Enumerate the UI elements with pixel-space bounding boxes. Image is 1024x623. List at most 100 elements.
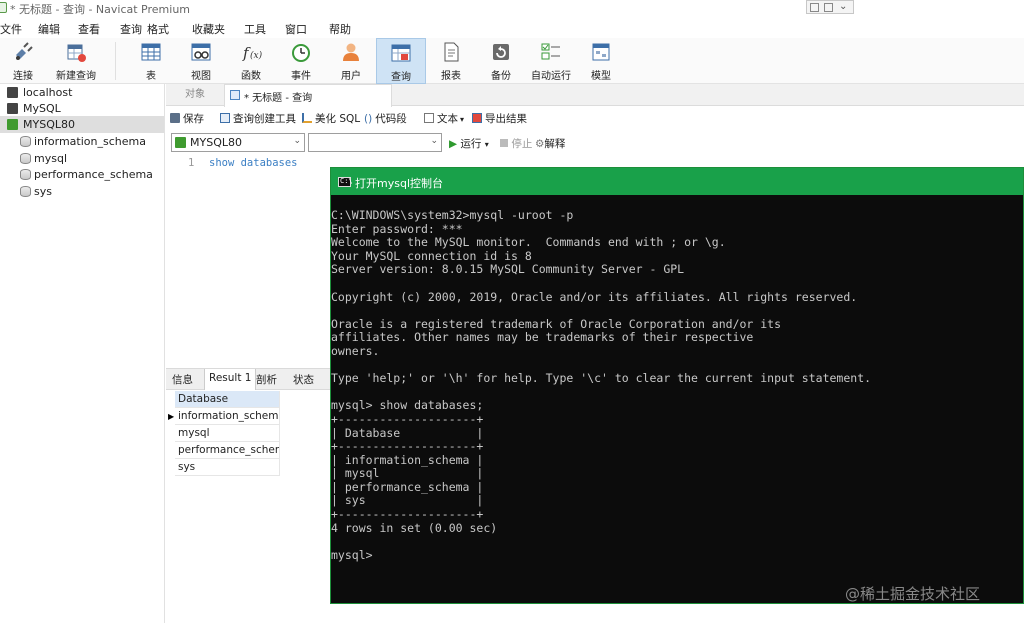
tab-result-1[interactable]: Result 1: [204, 369, 257, 390]
menu-edit[interactable]: 编辑: [38, 21, 60, 37]
query-icon: [391, 44, 411, 62]
grid-icon[interactable]: [810, 3, 819, 12]
mysql-console-window[interactable]: C:\ 打开mysql控制台 C:\WINDOWS\system32>mysql…: [330, 167, 1024, 604]
console-title: 打开mysql控制台: [355, 177, 443, 190]
title-bar: * 无标题 - 查询 - Navicat Premium ⌄: [0, 0, 1024, 17]
tab-objects[interactable]: 对象: [166, 84, 224, 106]
export-results-button[interactable]: 导出结果: [472, 111, 527, 126]
table-row[interactable]: mysql: [175, 425, 280, 442]
report-button[interactable]: 报表: [428, 38, 474, 84]
text-button[interactable]: 文本 ▾: [424, 111, 464, 126]
connect-button[interactable]: 连接: [0, 38, 46, 84]
table-row[interactable]: performance_schem: [175, 442, 280, 459]
stop-button[interactable]: 停止: [500, 136, 532, 151]
connection-select[interactable]: MYSQL80 ⌄: [171, 133, 305, 152]
user-button[interactable]: 用户: [328, 38, 374, 84]
menu-file[interactable]: 文件: [0, 21, 22, 37]
svg-text:(x): (x): [250, 50, 262, 61]
chevron-down-icon: ▾: [460, 115, 465, 124]
save-button[interactable]: 保存: [170, 111, 204, 126]
view-icon: [191, 43, 211, 61]
run-button[interactable]: ▶ 运行 ▾: [449, 136, 489, 151]
navicat-app-icon: [0, 2, 7, 13]
explain-icon: ⚙: [535, 138, 545, 150]
query-builder-button[interactable]: 查询创建工具: [220, 111, 296, 126]
table-button[interactable]: 表: [128, 38, 174, 84]
column-header[interactable]: Database: [175, 391, 280, 408]
function-icon: f (x): [242, 44, 262, 62]
query-toolbar: 保存 查询创建工具 美化 SQL () 代码段 文本 ▾ 导出结果: [166, 107, 1024, 129]
tree-node-localhost[interactable]: localhost: [0, 84, 164, 101]
watermark: @稀土掘金技术社区: [845, 585, 981, 603]
query-builder-icon: [220, 113, 230, 123]
user-icon: [343, 43, 359, 61]
new-query-button[interactable]: 新建查询: [48, 38, 104, 84]
event-clock-icon: [292, 44, 310, 62]
layout-icon[interactable]: [824, 3, 833, 12]
tree-node-performance-schema[interactable]: performance_schema: [0, 166, 164, 183]
report-icon: [444, 42, 459, 62]
model-button[interactable]: 模型: [578, 38, 624, 84]
menu-tools[interactable]: 工具: [244, 21, 266, 37]
server-icon: [7, 103, 18, 114]
backup-icon: [493, 44, 509, 60]
text-icon: [424, 113, 434, 123]
database-icon: [20, 169, 31, 180]
tab-info[interactable]: 信息: [172, 372, 193, 387]
database-icon: [20, 186, 31, 197]
table-icon: [141, 43, 161, 61]
database-select[interactable]: ⌄: [308, 133, 442, 152]
chevron-down-icon: ⌄: [430, 136, 438, 146]
server-connected-icon: [7, 119, 18, 130]
chevron-down-icon[interactable]: ⌄: [839, 1, 847, 12]
console-title-bar[interactable]: C:\ 打开mysql控制台: [331, 168, 1023, 195]
table-row[interactable]: information_schema: [175, 408, 280, 425]
function-button[interactable]: f (x) 函数: [228, 38, 274, 84]
server-icon: [7, 87, 18, 98]
main-toolbar: 连接 新建查询 表 视图 f (x) 函数 事件 用户 查询 报表 备份 自动运…: [0, 38, 1024, 84]
menu-view[interactable]: 查看: [78, 21, 100, 37]
current-row-marker-icon: ▶: [168, 412, 175, 421]
window-controls[interactable]: ⌄: [806, 0, 854, 14]
table-row[interactable]: sys: [175, 459, 280, 476]
beautify-sql-button[interactable]: 美化 SQL: [302, 111, 360, 126]
chevron-down-icon: ▾: [484, 140, 489, 149]
document-tabs: 对象 * 无标题 - 查询: [166, 84, 1024, 107]
menu-favorites[interactable]: 收藏夹: [192, 21, 225, 37]
tree-node-mysql[interactable]: MySQL: [0, 100, 164, 117]
query-tab-icon: [230, 90, 240, 100]
backup-button[interactable]: 备份: [478, 38, 524, 84]
menu-window[interactable]: 窗口: [285, 21, 307, 37]
stop-icon: [500, 139, 508, 147]
explain-button[interactable]: ⚙解释: [535, 136, 565, 151]
plug-icon: [16, 42, 33, 60]
tree-node-mysql80[interactable]: MYSQL80: [0, 116, 164, 133]
sql-code[interactable]: show databases: [209, 157, 298, 169]
export-icon: [472, 113, 482, 123]
code-snippet-button[interactable]: () 代码段: [364, 111, 407, 126]
tab-profile[interactable]: 剖析: [256, 372, 277, 387]
console-output[interactable]: C:\WINDOWS\system32>mysql -uroot -p Ente…: [331, 208, 871, 562]
result-grid: Database ▶ information_schema mysql perf…: [166, 391, 330, 623]
new-query-icon: [67, 44, 86, 62]
menu-format[interactable]: 格式: [147, 21, 169, 37]
tree-node-sys[interactable]: sys: [0, 183, 164, 200]
auto-run-icon: [541, 43, 560, 60]
menu-help[interactable]: 帮助: [329, 21, 351, 37]
auto-run-button[interactable]: 自动运行: [526, 38, 576, 84]
line-number: 1: [188, 157, 195, 169]
view-button[interactable]: 视图: [178, 38, 224, 84]
tree-node-information-schema[interactable]: information_schema: [0, 133, 164, 150]
tab-query[interactable]: * 无标题 - 查询: [224, 84, 392, 107]
menu-query[interactable]: 查询: [120, 21, 142, 37]
toolbar-separator: [115, 42, 116, 80]
tab-status[interactable]: 状态: [293, 372, 314, 387]
tree-node-mysql-db[interactable]: mysql: [0, 150, 164, 167]
query-button[interactable]: 查询: [376, 38, 426, 84]
play-icon: ▶: [449, 138, 458, 150]
model-icon: [592, 43, 610, 61]
event-button[interactable]: 事件: [278, 38, 324, 84]
connection-selector-row: MYSQL80 ⌄ ⌄ ▶ 运行 ▾ 停止 ⚙解释: [166, 131, 1024, 153]
code-snippet-icon: (): [364, 113, 373, 125]
menu-bar: 文件 编辑 查看 查询 格式 收藏夹 工具 窗口 帮助: [0, 17, 1024, 38]
